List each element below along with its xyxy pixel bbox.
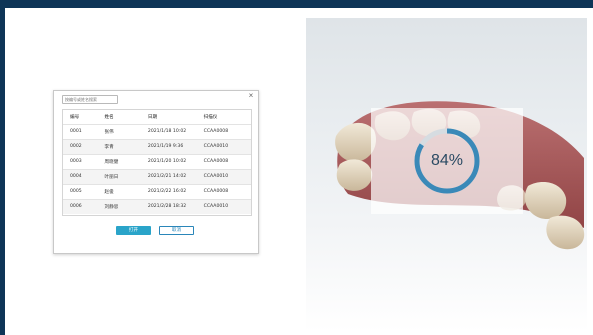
open-button[interactable]: 打开 [116, 226, 151, 235]
cell-name: 刘静思 [97, 199, 141, 214]
table-row[interactable]: 0001 张伟 2021/1/18 10:02 CCAA0008 [63, 124, 251, 140]
cell-scanner: CCAA0008 [196, 124, 251, 140]
cell-id: 0004 [63, 169, 98, 185]
cell-date: 2021/1/19 9:36 [140, 139, 197, 155]
cell-scanner: CCAA0008 [196, 154, 251, 170]
table-row[interactable]: 0006 刘静思 2021/2/28 18:32 CCAA0010 [63, 199, 251, 214]
table-header-row: 编号 姓名 日期 扫描仪 [63, 110, 251, 125]
cell-name: 周晓健 [97, 154, 141, 170]
cell-name: 张伟 [97, 124, 141, 140]
cell-id: 0005 [63, 184, 98, 200]
cell-name: 叶丽日 [97, 169, 141, 185]
cell-date: 2021/1/18 10:02 [140, 124, 197, 140]
cell-id: 0006 [63, 199, 98, 214]
cell-date: 2021/2/21 14:02 [140, 169, 197, 185]
table-row[interactable]: 0003 周晓健 2021/1/20 10:02 CCAA0008 [63, 154, 251, 170]
close-icon[interactable]: × [247, 92, 255, 100]
cell-id: 0002 [63, 139, 98, 155]
cell-scanner: CCAA0010 [196, 169, 251, 185]
cell-scanner: CCAA0008 [196, 184, 251, 200]
column-header-scanner[interactable]: 扫描仪 [196, 110, 251, 125]
progress-ring [414, 128, 480, 194]
cell-date: 2021/2/28 18:32 [140, 199, 197, 214]
table-row[interactable]: 0005 赵俊 2021/2/22 16:02 CCAA0008 [63, 184, 251, 200]
column-header-id[interactable]: 编号 [63, 110, 98, 125]
cell-id: 0001 [63, 124, 98, 140]
cell-date: 2021/2/22 16:02 [140, 184, 197, 200]
table-row[interactable]: 0002 李青 2021/1/19 9:36 CCAA0010 [63, 139, 251, 155]
cell-id: 0003 [63, 154, 98, 170]
cancel-button[interactable]: 取消 [159, 226, 194, 235]
cell-name: 李青 [97, 139, 141, 155]
column-header-date[interactable]: 日期 [140, 110, 197, 125]
cell-date: 2021/1/20 10:02 [140, 154, 197, 170]
patient-table: 编号 姓名 日期 扫描仪 0001 张伟 2021/1/18 10:02 CCA… [62, 109, 252, 216]
cell-name: 赵俊 [97, 184, 141, 200]
column-header-name[interactable]: 姓名 [97, 110, 141, 125]
search-input[interactable] [62, 95, 118, 104]
cell-scanner: CCAA0010 [196, 139, 251, 155]
scan-viewport[interactable]: 84% [306, 18, 587, 332]
cell-scanner: CCAA0010 [196, 199, 251, 214]
progress-overlay: 84% [371, 108, 523, 214]
table-row[interactable]: 0004 叶丽日 2021/2/21 14:02 CCAA0010 [63, 169, 251, 185]
patient-select-dialog: × 编号 姓名 日期 扫描仪 0001 张伟 2021/1/18 10:02 C… [53, 90, 259, 254]
